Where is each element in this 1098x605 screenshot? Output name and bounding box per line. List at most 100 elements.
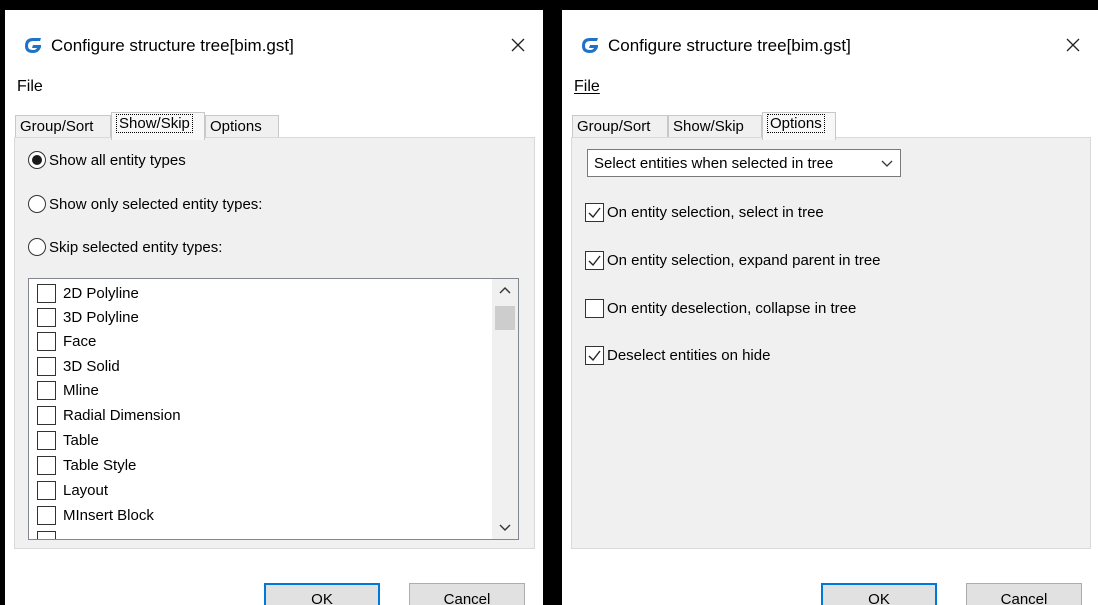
list-item-label: Layout <box>63 481 109 499</box>
checkbox[interactable] <box>585 298 604 318</box>
ok-button[interactable]: OK <box>821 583 937 605</box>
scroll-down-button[interactable] <box>492 517 518 539</box>
list-item-label: 3D Solid <box>63 357 120 375</box>
tab-label: Show/Skip <box>673 118 744 135</box>
list-item-3d-solid[interactable]: 3D Solid <box>37 355 120 377</box>
options-panel: Select entities when selected in tree On… <box>571 137 1091 549</box>
radio-show-all[interactable]: Show all entity types <box>28 150 186 170</box>
selection-mode-dropdown[interactable]: Select entities when selected in tree <box>587 149 901 177</box>
menu-bar: File <box>574 78 600 96</box>
checkbox[interactable] <box>37 530 56 539</box>
checkbox[interactable] <box>585 250 604 270</box>
chevron-up-icon <box>499 287 511 294</box>
checkmark-icon <box>588 207 601 218</box>
close-icon <box>1066 38 1080 52</box>
list-item-face[interactable]: Face <box>37 330 96 352</box>
option-label: On entity selection, select in tree <box>607 203 824 221</box>
tab-group-sort[interactable]: Group/Sort <box>15 115 111 139</box>
option-collapse-on-deselect[interactable]: On entity deselection, collapse in tree <box>585 297 856 319</box>
radio-indicator <box>28 195 46 213</box>
title-bar: Configure structure tree[bim.gst] <box>5 10 543 70</box>
option-label: On entity selection, expand parent in tr… <box>607 251 881 269</box>
close-icon <box>511 38 525 52</box>
cancel-button[interactable]: Cancel <box>409 583 525 605</box>
checkbox[interactable] <box>37 480 56 500</box>
tab-show-skip[interactable]: Show/Skip <box>668 115 762 139</box>
close-button[interactable] <box>501 30 535 60</box>
radio-label: Show all entity types <box>49 151 186 169</box>
checkbox[interactable] <box>37 283 56 303</box>
tab-label: Group/Sort <box>20 118 94 135</box>
close-button[interactable] <box>1056 30 1090 60</box>
cancel-button[interactable]: Cancel <box>966 583 1082 605</box>
checkbox[interactable] <box>37 430 56 450</box>
list-item-label: MInsert Block <box>63 506 154 524</box>
radio-indicator <box>28 238 46 256</box>
list-item-label: Face <box>63 332 97 350</box>
list-item-label: Table Style <box>63 456 137 474</box>
list-item-partial <box>37 529 63 539</box>
checkbox[interactable] <box>37 455 56 475</box>
checkbox[interactable] <box>585 345 604 365</box>
checkmark-icon <box>588 350 601 361</box>
list-item-layout[interactable]: Layout <box>37 479 108 501</box>
checkbox[interactable] <box>37 380 56 400</box>
tab-label: Show/Skip <box>116 114 193 133</box>
entity-types-list[interactable]: 2D Polyline 3D Polyline Face 3D Solid Ml… <box>28 278 519 540</box>
checkbox[interactable] <box>37 331 56 351</box>
menu-file[interactable]: File <box>574 78 600 95</box>
cancel-button-label: Cancel <box>1000 590 1048 605</box>
tab-label: Group/Sort <box>577 118 651 135</box>
option-expand-parent[interactable]: On entity selection, expand parent in tr… <box>585 249 881 271</box>
dialog-title: Configure structure tree[bim.gst] <box>608 36 851 55</box>
ok-button-label: OK <box>311 590 333 605</box>
tab-label: Options <box>767 114 825 133</box>
tab-show-skip[interactable]: Show/Skip <box>111 112 205 140</box>
tab-group-sort[interactable]: Group/Sort <box>572 115 668 139</box>
list-item-2d-polyline[interactable]: 2D Polyline <box>37 282 139 304</box>
configure-structure-tree-dialog-options: Configure structure tree[bim.gst] File G… <box>562 10 1098 605</box>
title-bar: Configure structure tree[bim.gst] <box>562 10 1098 70</box>
checkbox[interactable] <box>37 307 56 327</box>
checkbox[interactable] <box>37 505 56 525</box>
radio-indicator <box>28 151 46 169</box>
list-item-table[interactable]: Table <box>37 429 99 451</box>
configure-structure-tree-dialog-showskip: Configure structure tree[bim.gst] File G… <box>5 10 543 605</box>
chevron-down-icon <box>499 524 511 531</box>
checkmark-icon <box>588 255 601 266</box>
option-deselect-on-hide[interactable]: Deselect entities on hide <box>585 344 770 366</box>
cancel-button-label: Cancel <box>443 590 491 605</box>
checkbox[interactable] <box>37 405 56 425</box>
menu-bar: File <box>17 78 43 96</box>
radio-skip-selected[interactable]: Skip selected entity types: <box>28 237 222 257</box>
checkbox[interactable] <box>585 202 604 222</box>
list-item-label: Table <box>63 431 99 449</box>
option-select-in-tree[interactable]: On entity selection, select in tree <box>585 201 824 223</box>
scroll-thumb[interactable] <box>495 306 515 330</box>
scroll-up-button[interactable] <box>492 279 518 301</box>
tab-options[interactable]: Options <box>762 112 836 140</box>
list-item-minsert-block[interactable]: MInsert Block <box>37 504 154 526</box>
gstarcad-g-icon <box>582 38 598 53</box>
list-item-label: Mline <box>63 381 99 399</box>
radio-label: Show only selected entity types: <box>49 195 263 213</box>
menu-file[interactable]: File <box>17 78 43 95</box>
dropdown-value: Select entities when selected in tree <box>594 154 834 172</box>
option-label: On entity deselection, collapse in tree <box>607 299 857 317</box>
radio-label: Skip selected entity types: <box>49 238 223 256</box>
tab-options[interactable]: Options <box>205 115 279 139</box>
list-item-table-style[interactable]: Table Style <box>37 454 136 476</box>
list-item-radial-dimension[interactable]: Radial Dimension <box>37 404 181 426</box>
tab-label: Options <box>210 118 262 135</box>
ok-button-label: OK <box>868 590 890 605</box>
option-label: Deselect entities on hide <box>607 346 771 364</box>
list-item-label: Radial Dimension <box>63 406 181 424</box>
list-item-mline[interactable]: Mline <box>37 379 99 401</box>
ok-button[interactable]: OK <box>264 583 380 605</box>
list-item-label: 2D Polyline <box>63 284 139 302</box>
radio-show-selected[interactable]: Show only selected entity types: <box>28 194 262 214</box>
dialog-title: Configure structure tree[bim.gst] <box>51 36 294 55</box>
vertical-scrollbar[interactable] <box>492 279 518 539</box>
list-item-3d-polyline[interactable]: 3D Polyline <box>37 306 139 328</box>
checkbox[interactable] <box>37 356 56 376</box>
